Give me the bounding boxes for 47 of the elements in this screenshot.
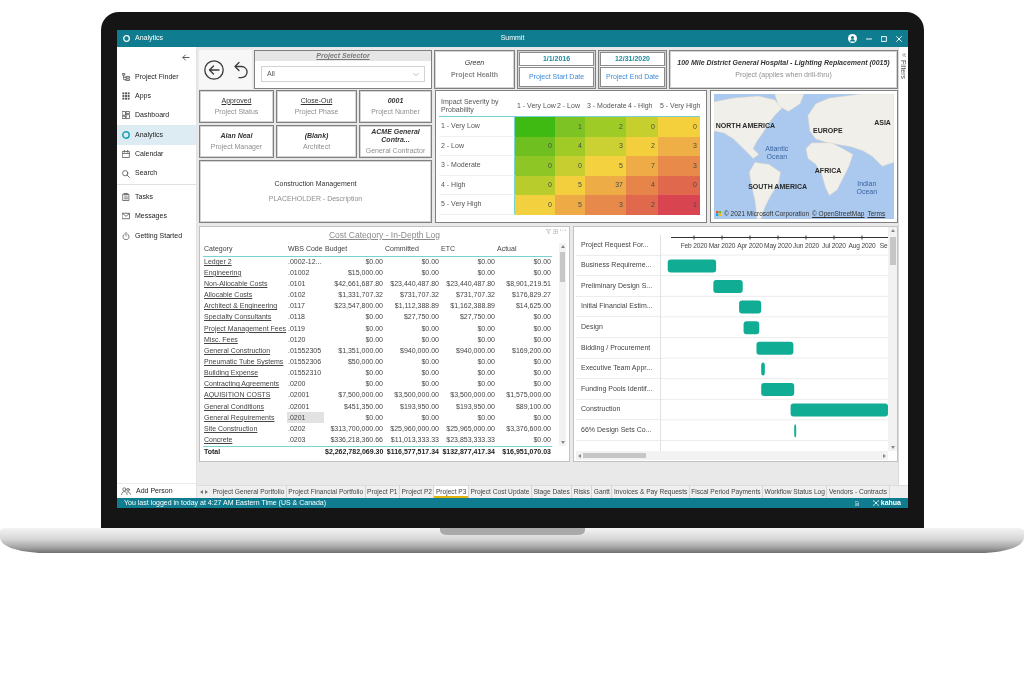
gantt-bar: [756, 341, 794, 355]
tiles-icon: [122, 111, 130, 120]
user-icon[interactable]: [848, 34, 857, 43]
right-arrow-icon[interactable]: [205, 490, 208, 494]
minimize-icon[interactable]: [866, 37, 872, 40]
chevron-down-icon: [413, 72, 419, 76]
right-arrow-icon[interactable]: [883, 453, 886, 458]
calendar-icon: [122, 150, 130, 159]
grid-icon: [122, 92, 130, 101]
power-icon: [122, 231, 130, 240]
nodes-icon: [872, 500, 879, 506]
table-title: Cost Category - In-Depth Log: [329, 229, 440, 241]
four-squares-icon: [716, 210, 721, 216]
scrollbar-thumb[interactable]: [560, 252, 565, 282]
ring-icon: [122, 130, 130, 139]
people-icon: [121, 487, 131, 495]
scrollbar-thumb[interactable]: [583, 453, 646, 458]
double-chevron-icon: [901, 53, 906, 57]
up-arrow-icon[interactable]: [560, 245, 565, 248]
gantt-bar: [794, 424, 797, 438]
gantt-bar: [761, 362, 765, 376]
gantt-bar: [739, 300, 762, 314]
close-icon[interactable]: [896, 35, 902, 42]
document-icon[interactable]: [854, 500, 859, 506]
ring-icon: [123, 35, 130, 42]
gantt-bar: [761, 383, 795, 396]
clipboard-icon: [122, 193, 130, 202]
scrollbar[interactable]: [559, 243, 566, 446]
scrollbar[interactable]: [576, 451, 888, 460]
search-icon: [122, 169, 130, 178]
envelope-icon: [122, 212, 130, 221]
scrollbar[interactable]: [888, 227, 897, 451]
gantt-bar: [667, 259, 717, 273]
expand-icon[interactable]: [553, 229, 558, 234]
maximize-icon[interactable]: [881, 35, 887, 42]
back-arrow-icon[interactable]: [182, 53, 190, 61]
back-circle-icon[interactable]: [203, 59, 224, 80]
scrollbar-thumb[interactable]: [889, 237, 896, 265]
up-arrow-icon[interactable]: [890, 229, 895, 232]
down-arrow-icon[interactable]: [560, 440, 565, 444]
gantt-bar: [743, 321, 760, 335]
filter-icon[interactable]: [546, 229, 551, 234]
hierarchy-icon: [122, 72, 130, 81]
left-arrow-icon[interactable]: [200, 490, 203, 494]
left-arrow-icon[interactable]: [578, 453, 581, 458]
down-arrow-icon[interactable]: [890, 446, 895, 449]
gantt-bar: [713, 280, 743, 293]
